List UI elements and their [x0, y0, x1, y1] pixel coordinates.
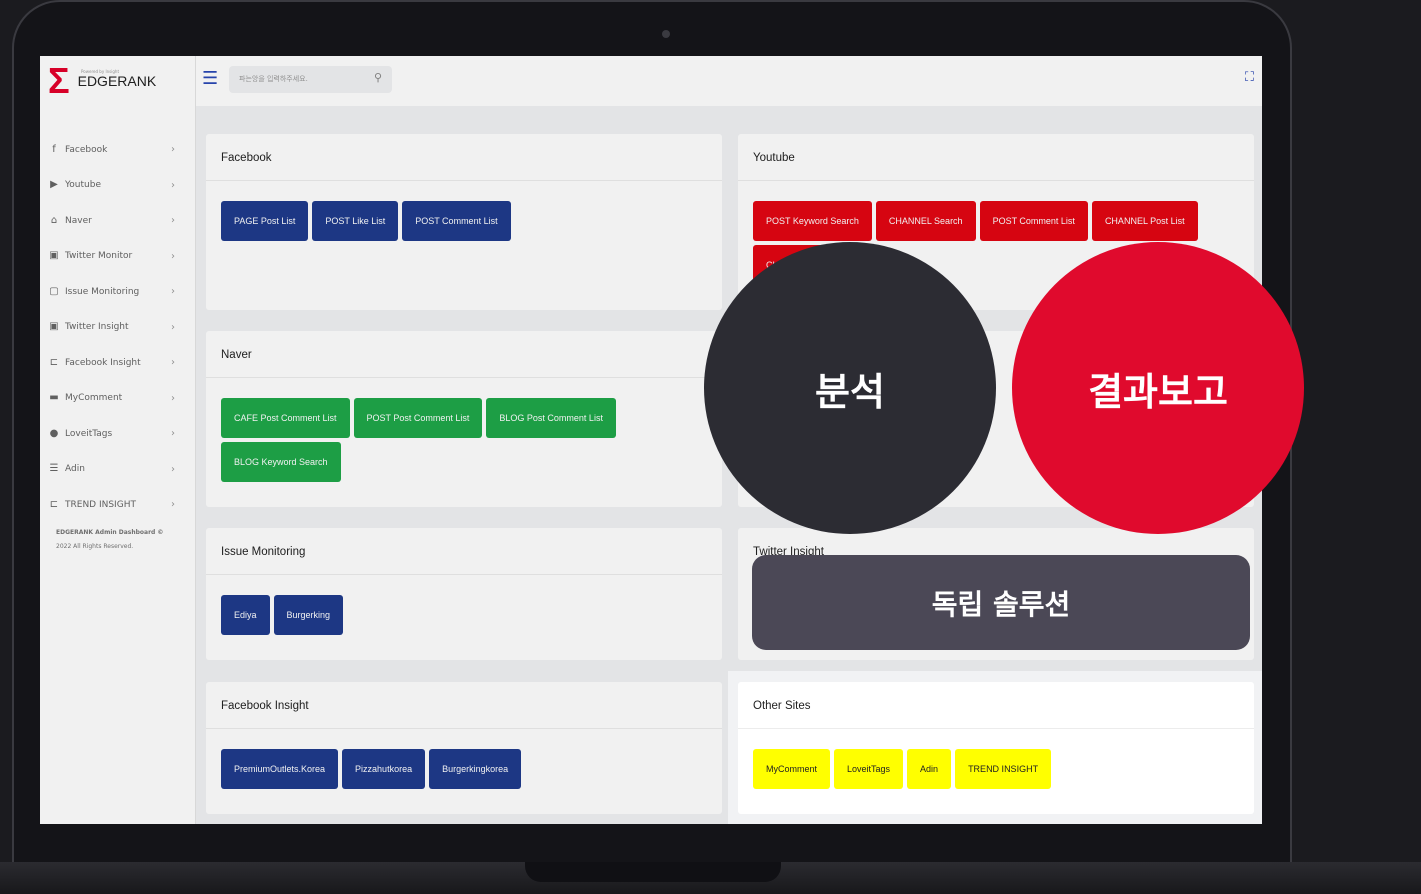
mycomment-button[interactable]: MyComment	[753, 749, 831, 789]
card-other-sites: Other Sites MyComment LoveitTags Adin TREND…	[738, 682, 1254, 814]
card-title: Other Sites	[753, 700, 811, 712]
dim-overlay	[40, 671, 728, 824]
laptop-notch	[525, 862, 781, 882]
adin-button[interactable]: Adin	[907, 749, 952, 789]
analysis-label: 분석	[815, 369, 885, 414]
analysis-circle: 분석	[704, 242, 996, 534]
divider	[738, 728, 1254, 729]
report-circle: 결과보고	[1012, 242, 1304, 534]
loveittags-button[interactable]: LoveitTags	[834, 749, 904, 789]
solution-label: 독립 솔루션	[931, 587, 1071, 621]
solution-banner: 독립 솔루션	[752, 555, 1250, 650]
camera-dot	[662, 30, 670, 38]
button-group: MyComment LoveitTags Adin TREND INSIGHT	[753, 749, 1244, 789]
trend-insight-button[interactable]: TREND INSIGHT	[955, 749, 1052, 789]
report-label: 결과보고	[1088, 369, 1228, 414]
